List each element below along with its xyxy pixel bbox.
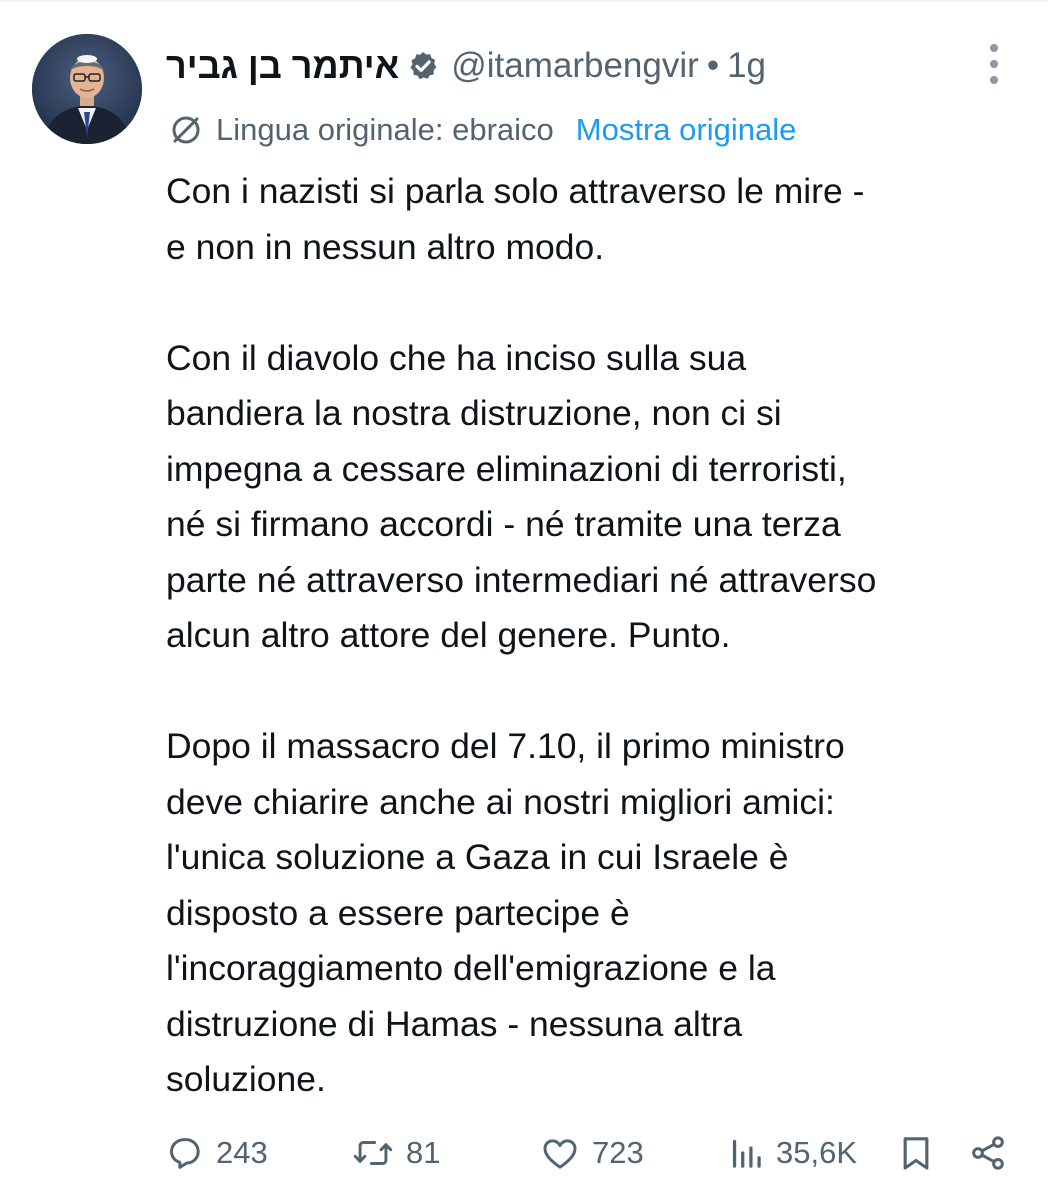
translation-notice: Lingua originale: ebraico Mostra origina… (168, 108, 796, 152)
tweet-line: bandiera la nostra distruzione, non ci s… (166, 393, 782, 433)
tweet-line: l'unica soluzione a Gaza in cui Israele … (166, 837, 789, 877)
tweet-line: soluzione. (166, 1059, 326, 1099)
bookmark-icon (896, 1133, 936, 1173)
more-vertical-icon (990, 44, 998, 52)
more-options-button[interactable] (980, 44, 1008, 84)
like-count: 723 (592, 1135, 644, 1170)
tweet-line: né si firmano accordi - né tramite una t… (166, 504, 841, 544)
top-divider (0, 0, 1048, 2)
tweet-line: Con i nazisti si parla solo attraverso l… (166, 171, 865, 211)
original-language-label: Lingua originale: ebraico (216, 112, 554, 147)
reply-button[interactable]: 243 (164, 1128, 268, 1178)
meta-separator: • (706, 46, 720, 85)
tweet-line: deve chiarire anche ai nostri migliori a… (166, 781, 835, 822)
tweet-line: Con il diavolo che ha inciso sulla sua (166, 337, 747, 378)
display-name[interactable]: איתמר בן גביר (166, 45, 399, 87)
views-count: 35,6K (776, 1135, 858, 1170)
tweet-line: distruzione di Hamas - nessuna altra (166, 1003, 743, 1044)
more-vertical-icon-dot (990, 76, 998, 84)
verified-badge-icon (407, 50, 439, 82)
tweet-line: disposto a essere partecipe è (166, 892, 630, 933)
like-button[interactable]: 723 (540, 1128, 644, 1178)
tweet-line: l'incoraggiamento dell'emigrazione e la (166, 948, 776, 988)
tweet-line: parte né attraverso intermediari né attr… (166, 559, 877, 600)
repost-button[interactable]: 81 (352, 1128, 440, 1178)
views-button[interactable]: 35,6K (728, 1128, 857, 1178)
tweet-line: impegna a cessare eliminazioni di terror… (166, 448, 847, 489)
show-original-link[interactable]: Mostra originale (576, 112, 797, 148)
share-icon (968, 1133, 1008, 1173)
post-header: איתמר בן גביר @itamarbengvir • 1g (166, 40, 766, 92)
post-time[interactable]: 1g (727, 46, 766, 86)
reply-count: 243 (216, 1135, 268, 1170)
views-icon (728, 1133, 764, 1173)
avatar-portrait (32, 34, 142, 144)
share-button[interactable] (968, 1128, 1008, 1178)
translate-icon (168, 112, 204, 148)
tweet-line: Dopo il massacro del 7.10, il primo mini… (166, 726, 845, 766)
tweet-line: e non in nessun altro modo. (166, 226, 605, 267)
repost-icon (352, 1133, 394, 1173)
action-bar: 243 81 723 35,6K (160, 1128, 1020, 1178)
avatar[interactable] (32, 34, 142, 144)
tweet-text: Con i nazisti si parla solo attraverso l… (166, 164, 1036, 1108)
bookmark-button[interactable] (896, 1128, 936, 1178)
tweet-line: alcun altro attore del genere. Punto. (166, 615, 731, 655)
more-vertical-icon-dot (990, 60, 998, 68)
user-handle[interactable]: @itamarbengvir (451, 46, 699, 86)
reply-icon (164, 1133, 204, 1173)
repost-count: 81 (406, 1135, 441, 1170)
heart-icon (540, 1133, 580, 1173)
